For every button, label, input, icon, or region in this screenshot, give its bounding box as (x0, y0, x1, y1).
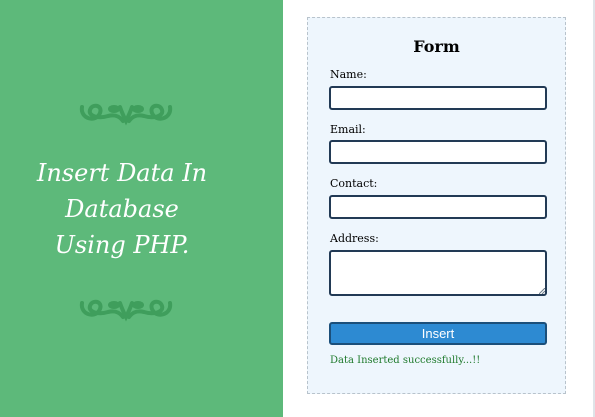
email-input[interactable] (329, 140, 547, 164)
contact-input[interactable] (329, 195, 547, 219)
form-card: Form Name: Email: Contact: Address: Inse… (307, 17, 566, 394)
contact-label: Contact: (330, 177, 378, 190)
resize-grip-icon[interactable] (539, 288, 545, 294)
success-message: Data Inserted successfully...!! (330, 355, 481, 366)
address-label: Address: (330, 232, 379, 245)
email-label: Email: (330, 123, 366, 136)
left-hero-panel: Insert Data In Database Using PHP. (0, 0, 283, 417)
insert-button[interactable]: Insert (329, 322, 547, 345)
hero-title: Insert Data In Database Using PHP. (36, 159, 208, 259)
name-label: Name: (330, 68, 367, 81)
form-heading: Form (413, 37, 460, 56)
ornament-bottom-icon (79, 299, 173, 322)
ornament-top-icon (79, 103, 173, 126)
name-input[interactable] (329, 86, 547, 110)
address-textarea[interactable] (329, 250, 547, 296)
